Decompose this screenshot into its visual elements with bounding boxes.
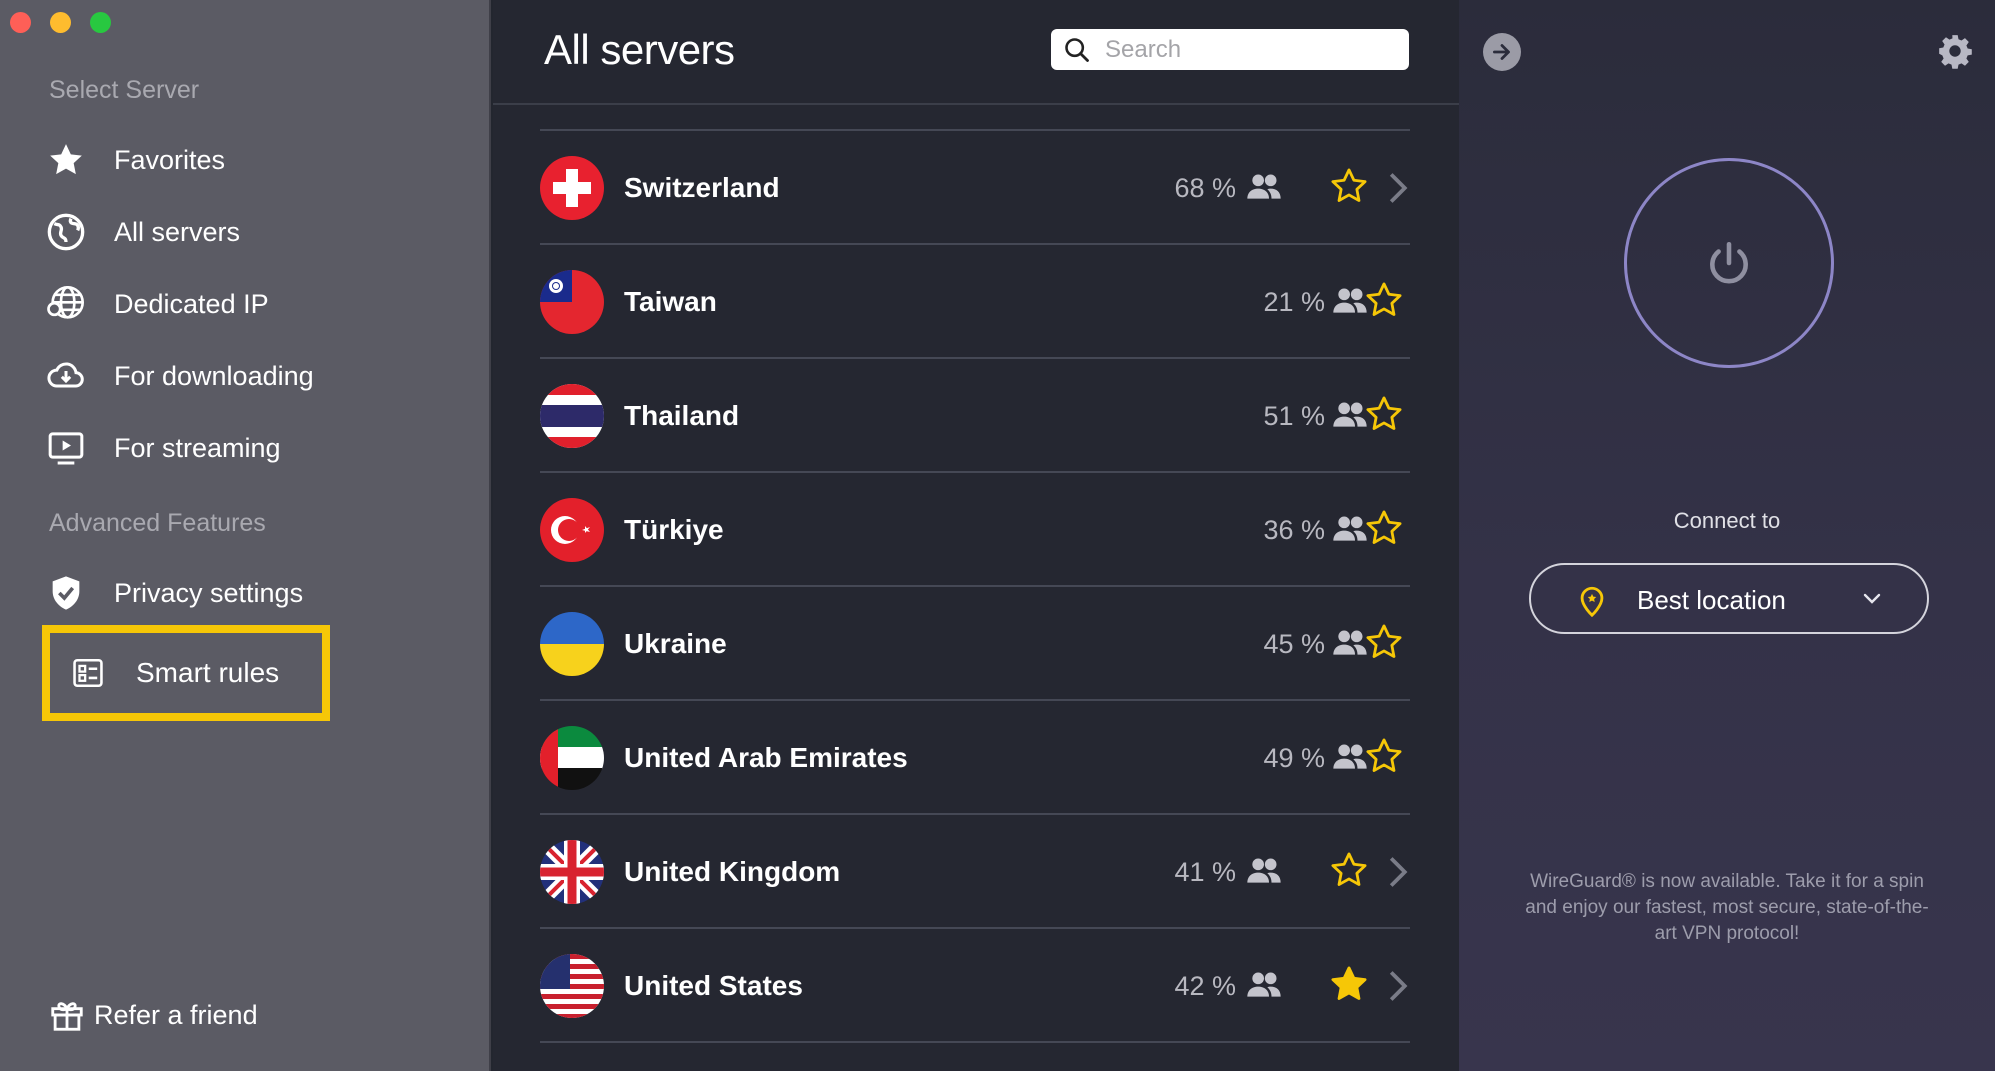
switzerland-flag-icon [540, 156, 604, 220]
server-row-uae[interactable]: United Arab Emirates 49 % [540, 701, 1410, 815]
window-close-button[interactable] [10, 12, 31, 33]
us-flag-icon [540, 954, 604, 1018]
sidebar-item-label: Dedicated IP [114, 288, 269, 319]
arrow-right-icon [1493, 44, 1510, 60]
search-input[interactable] [1105, 35, 1395, 64]
users-icon [1247, 972, 1281, 997]
sidebar-item-label: For streaming [114, 432, 281, 463]
server-country-name: Thailand [624, 400, 740, 431]
server-row-switzerland[interactable]: Switzerland 68 % [540, 131, 1410, 245]
server-load: 49 % [1263, 743, 1325, 773]
users-icon [1247, 174, 1281, 199]
window-zoom-button[interactable] [90, 12, 111, 33]
taiwan-flag-icon [540, 270, 604, 334]
favorite-star-icon[interactable] [1363, 735, 1405, 777]
location-pin-icon [1580, 586, 1604, 618]
globe-icon [44, 210, 88, 254]
section-label-select-server: Select Server [49, 76, 200, 104]
search-icon [1065, 37, 1089, 62]
refer-label: Refer a friend [94, 999, 258, 1030]
server-row-ukraine[interactable]: Ukraine 45 % [540, 587, 1410, 701]
ukraine-flag-icon [540, 612, 604, 676]
sidebar-item-label: All servers [114, 216, 241, 247]
sidebar-item-label: Smart rules [136, 657, 280, 688]
connect-to-label: Connect to [1673, 508, 1781, 533]
server-country-name: Switzerland [624, 172, 780, 203]
server-load: 42 % [1174, 971, 1236, 1001]
play-screen-icon [44, 426, 88, 470]
server-load: 41 % [1174, 857, 1236, 887]
chevron-right-icon[interactable] [1386, 969, 1410, 1003]
location-value: Best location [1637, 585, 1786, 615]
server-load: 21 % [1263, 287, 1325, 317]
refer-a-friend-link[interactable]: Refer a friend [48, 996, 258, 1034]
favorite-star-filled-icon[interactable] [1328, 963, 1370, 1005]
power-icon [1710, 241, 1748, 284]
server-country-name: Ukraine [624, 628, 727, 659]
dedicated-ip-icon [44, 282, 88, 326]
server-country-name: United Arab Emirates [624, 742, 908, 773]
favorite-star-icon[interactable] [1363, 393, 1405, 435]
sidebar-item-label: Privacy settings [114, 577, 304, 608]
wireguard-notice: WireGuard® is now available. Take it for… [1525, 871, 1929, 944]
sidebar-item-all-servers[interactable]: All servers [44, 204, 240, 260]
cloud-download-icon [44, 354, 88, 398]
server-row-thailand[interactable]: Thailand 51 % [540, 359, 1410, 473]
server-country-name: Taiwan [624, 286, 717, 317]
sidebar: Select Server Favorites All servers Dedi… [0, 0, 491, 1071]
page-title: All servers [544, 26, 735, 73]
server-row-turkiye[interactable]: Türkiye 36 % [540, 473, 1410, 587]
list-header: All servers [493, 0, 1459, 105]
rules-list-icon [68, 653, 108, 693]
uae-flag-icon [540, 726, 604, 790]
favorite-star-icon[interactable] [1328, 849, 1370, 891]
sidebar-item-streaming[interactable]: For streaming [44, 420, 281, 476]
gear-icon[interactable] [1936, 32, 1974, 70]
chevron-right-icon[interactable] [1386, 855, 1410, 889]
server-load: 51 % [1263, 401, 1325, 431]
server-load: 68 % [1174, 173, 1236, 203]
chevron-down-icon [1863, 593, 1881, 604]
shield-check-icon [44, 571, 88, 615]
sidebar-item-downloading[interactable]: For downloading [44, 348, 314, 404]
server-row-taiwan[interactable]: Taiwan 21 % [540, 245, 1410, 359]
favorite-star-icon[interactable] [1363, 279, 1405, 321]
server-row-united-states[interactable]: United States 42 % [540, 929, 1410, 1043]
sidebar-item-favorites[interactable]: Favorites [44, 132, 225, 188]
favorite-star-icon[interactable] [1363, 621, 1405, 663]
server-row-united-kingdom[interactable]: United Kingdom 41 % [540, 815, 1410, 929]
star-icon [44, 138, 88, 182]
section-label-advanced-features: Advanced Features [49, 509, 266, 537]
location-select[interactable]: Best location [1529, 563, 1929, 634]
server-country-name: United States [624, 970, 803, 1001]
sidebar-item-label: For downloading [114, 360, 314, 391]
server-country-name: United Kingdom [624, 856, 841, 887]
sidebar-item-label: Favorites [114, 144, 226, 175]
server-list-panel: All servers Switzerland 68 % Taiwan 21 %… [493, 0, 1459, 1071]
connect-power-button[interactable] [1624, 158, 1834, 368]
window-minimize-button[interactable] [50, 12, 71, 33]
server-load: 36 % [1263, 515, 1325, 545]
chevron-right-icon[interactable] [1386, 171, 1410, 205]
thailand-flag-icon [540, 384, 604, 448]
turkiye-flag-icon [540, 498, 604, 562]
gift-icon [48, 996, 86, 1034]
sidebar-item-dedicated-ip[interactable]: Dedicated IP [44, 276, 269, 332]
favorite-star-icon[interactable] [1363, 507, 1405, 549]
server-country-name: Türkiye [624, 514, 724, 545]
users-icon [1247, 858, 1281, 883]
server-load: 45 % [1263, 629, 1325, 659]
connection-panel: Connect to Best location WireGuard® is n… [1459, 0, 1995, 1071]
favorite-star-icon[interactable] [1328, 165, 1370, 207]
sidebar-item-smart-rules[interactable]: Smart rules [42, 625, 330, 721]
search-box[interactable] [1051, 29, 1409, 70]
collapse-panel-button[interactable] [1483, 33, 1521, 71]
sidebar-item-privacy-settings[interactable]: Privacy settings [44, 565, 303, 621]
uk-flag-icon [540, 840, 604, 904]
